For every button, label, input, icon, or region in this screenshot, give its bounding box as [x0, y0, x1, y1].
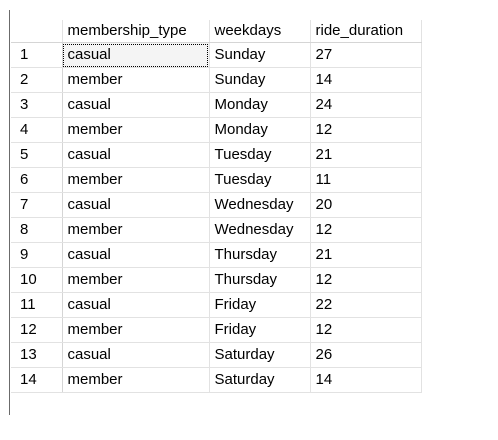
cell-ride-duration[interactable]: 21: [310, 242, 422, 268]
table-row: 9 casual Thursday 21: [11, 242, 422, 268]
cell-membership-type[interactable]: member: [62, 167, 210, 193]
table-row: 13 casual Saturday 26: [11, 342, 422, 368]
header-row: membership_type weekdays ride_duration: [11, 20, 422, 43]
row-number[interactable]: 12: [11, 317, 63, 343]
cell-membership-type[interactable]: member: [62, 317, 210, 343]
cell-membership-type[interactable]: casual: [62, 42, 210, 68]
column-header-membership-type[interactable]: membership_type: [62, 20, 210, 43]
cell-membership-type[interactable]: member: [62, 67, 210, 93]
column-header-ride-duration[interactable]: ride_duration: [310, 20, 422, 43]
cell-membership-type[interactable]: casual: [62, 292, 210, 318]
table-row: 7 casual Wednesday 20: [11, 192, 422, 218]
table-row: 8 member Wednesday 12: [11, 217, 422, 243]
cell-weekdays[interactable]: Saturday: [209, 367, 311, 393]
cell-weekdays[interactable]: Sunday: [209, 42, 311, 68]
row-number[interactable]: 3: [11, 92, 63, 118]
cell-weekdays[interactable]: Monday: [209, 117, 311, 143]
table-row: 1 casual Sunday 27: [11, 42, 422, 68]
row-number[interactable]: 1: [11, 42, 63, 68]
cell-ride-duration[interactable]: 12: [310, 217, 422, 243]
cell-weekdays[interactable]: Sunday: [209, 67, 311, 93]
row-number[interactable]: 9: [11, 242, 63, 268]
table-row: 4 member Monday 12: [11, 117, 422, 143]
cell-weekdays[interactable]: Wednesday: [209, 192, 311, 218]
cell-membership-type[interactable]: casual: [62, 142, 210, 168]
cell-weekdays[interactable]: Friday: [209, 317, 311, 343]
cell-membership-type[interactable]: casual: [62, 242, 210, 268]
cell-weekdays[interactable]: Tuesday: [209, 142, 311, 168]
row-number[interactable]: 8: [11, 217, 63, 243]
table-row: 12 member Friday 12: [11, 317, 422, 343]
cell-ride-duration[interactable]: 12: [310, 117, 422, 143]
cell-ride-duration[interactable]: 14: [310, 67, 422, 93]
results-grid: membership_type weekdays ride_duration 1…: [11, 20, 422, 393]
cell-membership-type[interactable]: member: [62, 367, 210, 393]
table-row: 3 casual Monday 24: [11, 92, 422, 118]
cell-membership-type[interactable]: member: [62, 217, 210, 243]
cell-membership-type[interactable]: casual: [62, 342, 210, 368]
table-row: 6 member Tuesday 11: [11, 167, 422, 193]
table-row: 14 member Saturday 14: [11, 367, 422, 393]
cell-membership-type[interactable]: casual: [62, 92, 210, 118]
cell-ride-duration[interactable]: 24: [310, 92, 422, 118]
table-row: 5 casual Tuesday 21: [11, 142, 422, 168]
cell-weekdays[interactable]: Wednesday: [209, 217, 311, 243]
cell-ride-duration[interactable]: 12: [310, 317, 422, 343]
pane-left-border: [9, 10, 10, 415]
row-number-header-corner[interactable]: [11, 20, 63, 43]
cell-weekdays[interactable]: Friday: [209, 292, 311, 318]
row-number[interactable]: 6: [11, 167, 63, 193]
cell-weekdays[interactable]: Monday: [209, 92, 311, 118]
row-number[interactable]: 2: [11, 67, 63, 93]
cell-weekdays[interactable]: Tuesday: [209, 167, 311, 193]
row-number[interactable]: 13: [11, 342, 63, 368]
cell-weekdays[interactable]: Thursday: [209, 267, 311, 293]
row-number[interactable]: 7: [11, 192, 63, 218]
cell-ride-duration[interactable]: 12: [310, 267, 422, 293]
cell-weekdays[interactable]: Saturday: [209, 342, 311, 368]
row-number[interactable]: 11: [11, 292, 63, 318]
row-number[interactable]: 4: [11, 117, 63, 143]
table-row: 2 member Sunday 14: [11, 67, 422, 93]
cell-membership-type[interactable]: casual: [62, 192, 210, 218]
row-number[interactable]: 10: [11, 267, 63, 293]
column-header-weekdays[interactable]: weekdays: [209, 20, 311, 43]
cell-membership-type[interactable]: member: [62, 117, 210, 143]
row-number[interactable]: 14: [11, 367, 63, 393]
cell-membership-type[interactable]: member: [62, 267, 210, 293]
cell-weekdays[interactable]: Thursday: [209, 242, 311, 268]
table-row: 11 casual Friday 22: [11, 292, 422, 318]
cell-ride-duration[interactable]: 20: [310, 192, 422, 218]
cell-ride-duration[interactable]: 26: [310, 342, 422, 368]
results-grid-pane: membership_type weekdays ride_duration 1…: [0, 0, 498, 440]
cell-ride-duration[interactable]: 21: [310, 142, 422, 168]
cell-ride-duration[interactable]: 11: [310, 167, 422, 193]
cell-ride-duration[interactable]: 27: [310, 42, 422, 68]
table-row: 10 member Thursday 12: [11, 267, 422, 293]
cell-ride-duration[interactable]: 14: [310, 367, 422, 393]
cell-ride-duration[interactable]: 22: [310, 292, 422, 318]
results-body: 1 casual Sunday 27 2 member Sunday 14 3 …: [11, 42, 422, 393]
row-number[interactable]: 5: [11, 142, 63, 168]
